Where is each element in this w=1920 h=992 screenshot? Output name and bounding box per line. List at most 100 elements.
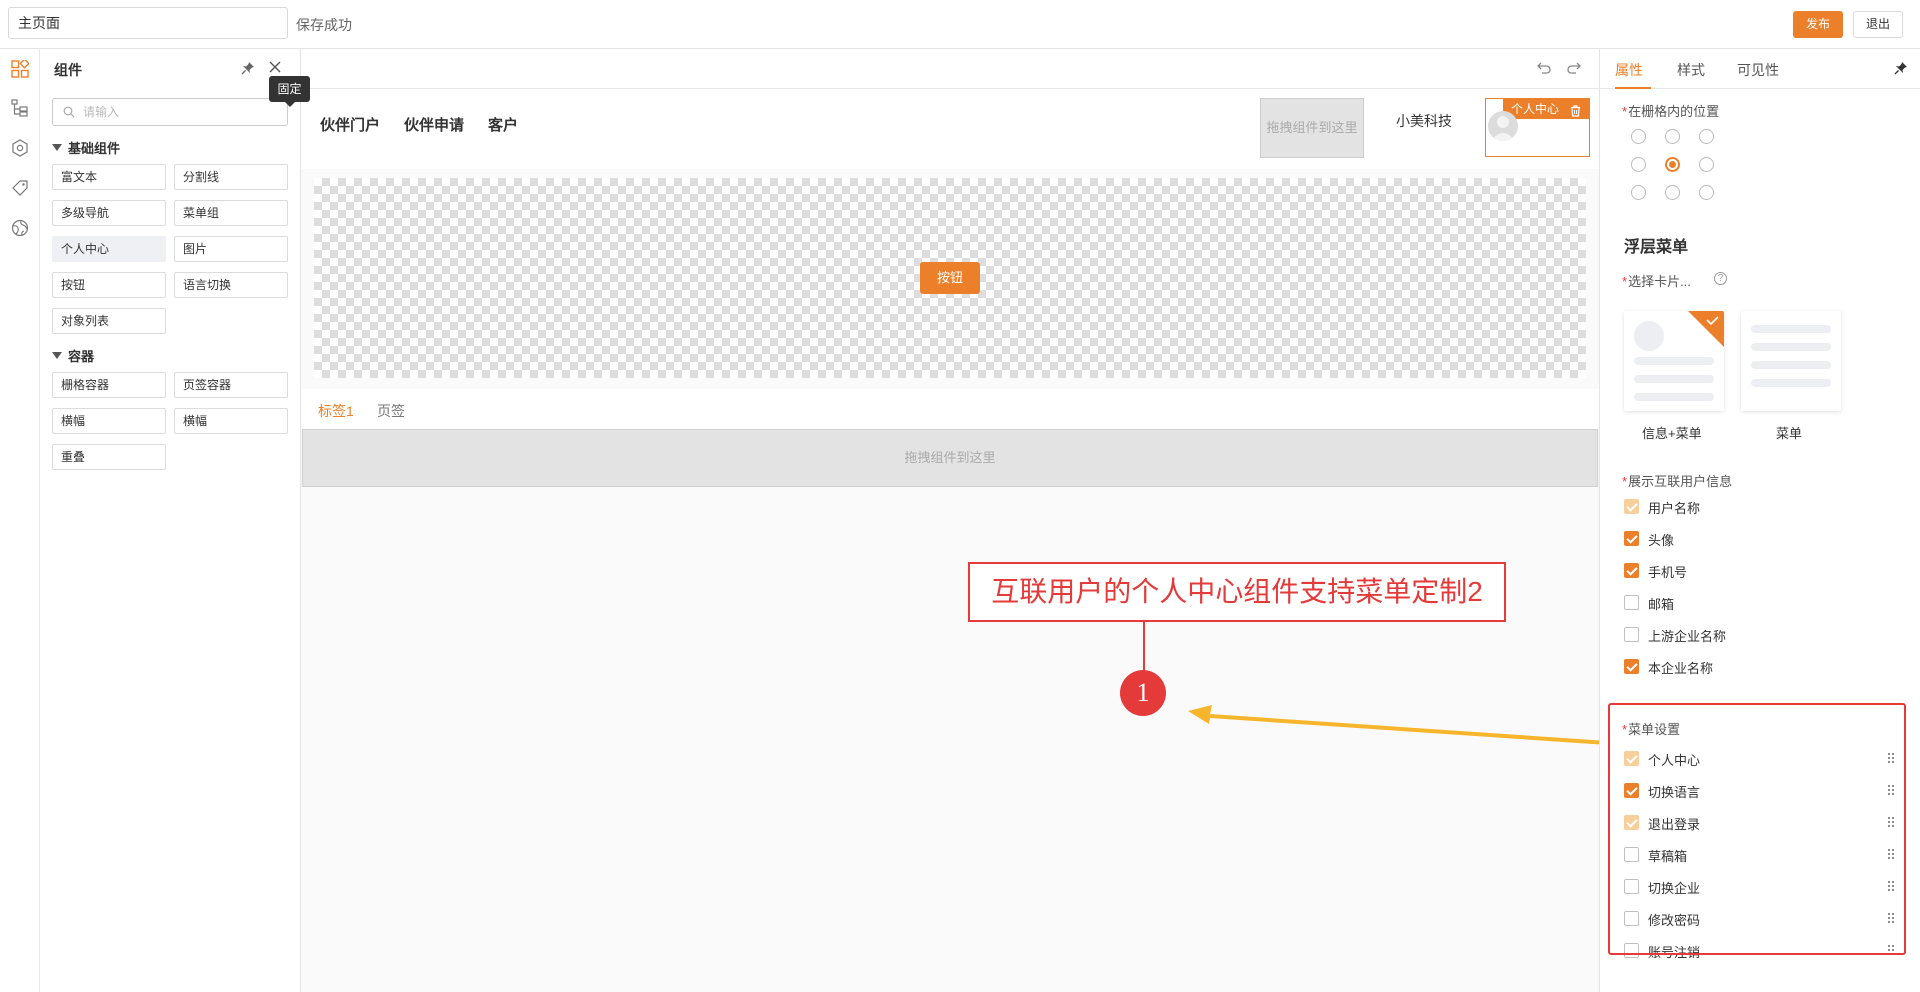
undo-icon[interactable] <box>1536 61 1552 78</box>
tag-icon[interactable] <box>8 176 32 200</box>
drag-handle-icon[interactable] <box>1887 816 1895 828</box>
active-tab-indicator <box>1615 87 1651 89</box>
company-name: 小美科技 <box>1396 113 1452 129</box>
properties-panel: 属性 样式 可见性 *在栅格内的位置 浮层菜单 *选择卡片... ? 信息+菜单… <box>1599 49 1920 992</box>
checkbox-user-name[interactable] <box>1624 499 1639 514</box>
menu-settings-label: *菜单设置 <box>1622 722 1681 737</box>
grid-radio-middle-center[interactable] <box>1665 157 1680 172</box>
tab-label-1[interactable]: 标签1 <box>318 401 354 421</box>
drop-zone-wide[interactable]: 拖拽组件到这里 <box>302 429 1598 487</box>
card-menu[interactable] <box>1741 311 1841 411</box>
checkbox-avatar[interactable] <box>1624 531 1639 546</box>
checkbox-email[interactable] <box>1624 595 1639 610</box>
component-chip[interactable]: 图片 <box>174 236 288 262</box>
menu-checkbox-change-password[interactable] <box>1624 911 1639 926</box>
menu-checkbox-switch-language[interactable] <box>1624 783 1639 798</box>
nav-item[interactable]: 伙伴申请 <box>404 114 464 135</box>
globe-icon[interactable] <box>8 216 32 240</box>
settings-icon[interactable] <box>8 136 32 160</box>
menu-checkbox-delete-account[interactable] <box>1624 943 1639 958</box>
menu-checkbox-drafts[interactable] <box>1624 847 1639 862</box>
tree-icon[interactable] <box>8 96 32 120</box>
components-icon[interactable] <box>8 57 32 81</box>
drag-handle-icon[interactable] <box>1887 848 1895 860</box>
component-chip[interactable]: 多级导航 <box>52 200 166 226</box>
pin-icon[interactable] <box>241 61 257 77</box>
menu-checkbox-user-center[interactable] <box>1624 751 1639 766</box>
card-info-menu-label: 信息+菜单 <box>1642 426 1702 441</box>
menu-checkbox-logout[interactable] <box>1624 815 1639 830</box>
grid-radio-bottom-right[interactable] <box>1699 185 1714 200</box>
user-center-component[interactable]: 个人中心 <box>1485 98 1590 157</box>
drag-handle-icon[interactable] <box>1887 752 1895 764</box>
drag-handle-icon[interactable] <box>1887 880 1895 892</box>
component-chip-active[interactable]: 个人中心 <box>52 236 166 262</box>
component-chip[interactable]: 栅格容器 <box>52 372 166 398</box>
drag-handle-icon[interactable] <box>1887 912 1895 924</box>
grid-radio-top-left[interactable] <box>1631 129 1646 144</box>
drag-handle-icon[interactable] <box>1887 944 1895 956</box>
card-line <box>1634 375 1714 383</box>
component-chip[interactable]: 横幅 <box>174 408 288 434</box>
component-chip[interactable]: 富文本 <box>52 164 166 190</box>
menu-checkbox-switch-company[interactable] <box>1624 879 1639 894</box>
menu-item-label: 个人中心 <box>1648 753 1701 768</box>
component-chip[interactable]: 菜单组 <box>174 200 288 226</box>
search-icon <box>63 106 75 118</box>
checkbox-label: 手机号 <box>1648 565 1688 580</box>
group-container[interactable]: 容器 <box>52 346 94 365</box>
user-center-tag-label: 个人中心 <box>1511 102 1560 116</box>
drag-handle-icon[interactable] <box>1887 784 1895 796</box>
group-basic-label: 基础组件 <box>68 141 121 156</box>
tab-properties[interactable]: 属性 <box>1615 60 1643 80</box>
trash-icon[interactable] <box>1570 103 1581 123</box>
search-input[interactable] <box>83 103 273 121</box>
component-chip[interactable]: 按钮 <box>52 272 166 298</box>
grid-radio-bottom-left[interactable] <box>1631 185 1646 200</box>
top-bar: 主页面 保存成功 发布 退出 <box>0 0 1920 49</box>
component-chip[interactable]: 语言切换 <box>174 272 288 298</box>
collapse-triangle-icon <box>52 144 62 151</box>
checkbox-phone[interactable] <box>1624 563 1639 578</box>
tab-label-2[interactable]: 页签 <box>377 401 405 421</box>
nav-item[interactable]: 客户 <box>488 114 518 135</box>
component-chip[interactable]: 横幅 <box>52 408 166 434</box>
grid-radio-middle-right[interactable] <box>1699 157 1714 172</box>
card-info-menu[interactable] <box>1624 311 1724 411</box>
components-panel: 组件 固定 基础组件 富文本 分割线 多级导航 菜单组 个人中心 图片 按钮 语… <box>40 49 310 992</box>
nav-item[interactable]: 伙伴门户 <box>320 114 380 135</box>
tab-visibility[interactable]: 可见性 <box>1737 60 1779 80</box>
checkbox-upstream-company[interactable] <box>1624 627 1639 642</box>
show-user-info-label: *展示互联用户信息 <box>1622 474 1733 489</box>
grid-radio-middle-left[interactable] <box>1631 157 1646 172</box>
group-basic[interactable]: 基础组件 <box>52 138 120 157</box>
annotation-line <box>1143 622 1145 672</box>
menu-item-label: 切换语言 <box>1648 785 1701 800</box>
card-line <box>1751 343 1831 351</box>
exit-button[interactable]: 退出 <box>1853 11 1903 38</box>
card-menu-label: 菜单 <box>1776 426 1803 441</box>
canvas-button[interactable]: 按钮 <box>920 262 980 294</box>
grid-radio-top-right[interactable] <box>1699 129 1714 144</box>
publish-button[interactable]: 发布 <box>1793 11 1843 38</box>
checkbox-own-company[interactable] <box>1624 659 1639 674</box>
component-chip[interactable]: 重叠 <box>52 444 166 470</box>
help-icon[interactable]: ? <box>1714 272 1727 285</box>
component-chip[interactable]: 分割线 <box>174 164 288 190</box>
checkbox-label: 用户名称 <box>1648 501 1701 516</box>
grid-radio-bottom-center[interactable] <box>1665 185 1680 200</box>
checkbox-label: 邮箱 <box>1648 597 1675 612</box>
page-name-input[interactable]: 主页面 <box>8 7 288 39</box>
component-chip[interactable]: 页签容器 <box>174 372 288 398</box>
group-container-label: 容器 <box>68 349 95 364</box>
menu-item-label: 账号注销 <box>1648 945 1701 960</box>
component-chip[interactable]: 对象列表 <box>52 308 166 334</box>
card-line <box>1634 393 1714 401</box>
grid-radio-top-center[interactable] <box>1665 129 1680 144</box>
component-search[interactable] <box>52 98 288 126</box>
close-icon[interactable] <box>268 60 284 76</box>
tab-style[interactable]: 样式 <box>1677 60 1705 80</box>
pin-icon[interactable] <box>1894 61 1908 78</box>
drop-zone-small[interactable]: 拖拽组件到这里 <box>1260 98 1364 158</box>
redo-icon[interactable] <box>1566 61 1582 78</box>
